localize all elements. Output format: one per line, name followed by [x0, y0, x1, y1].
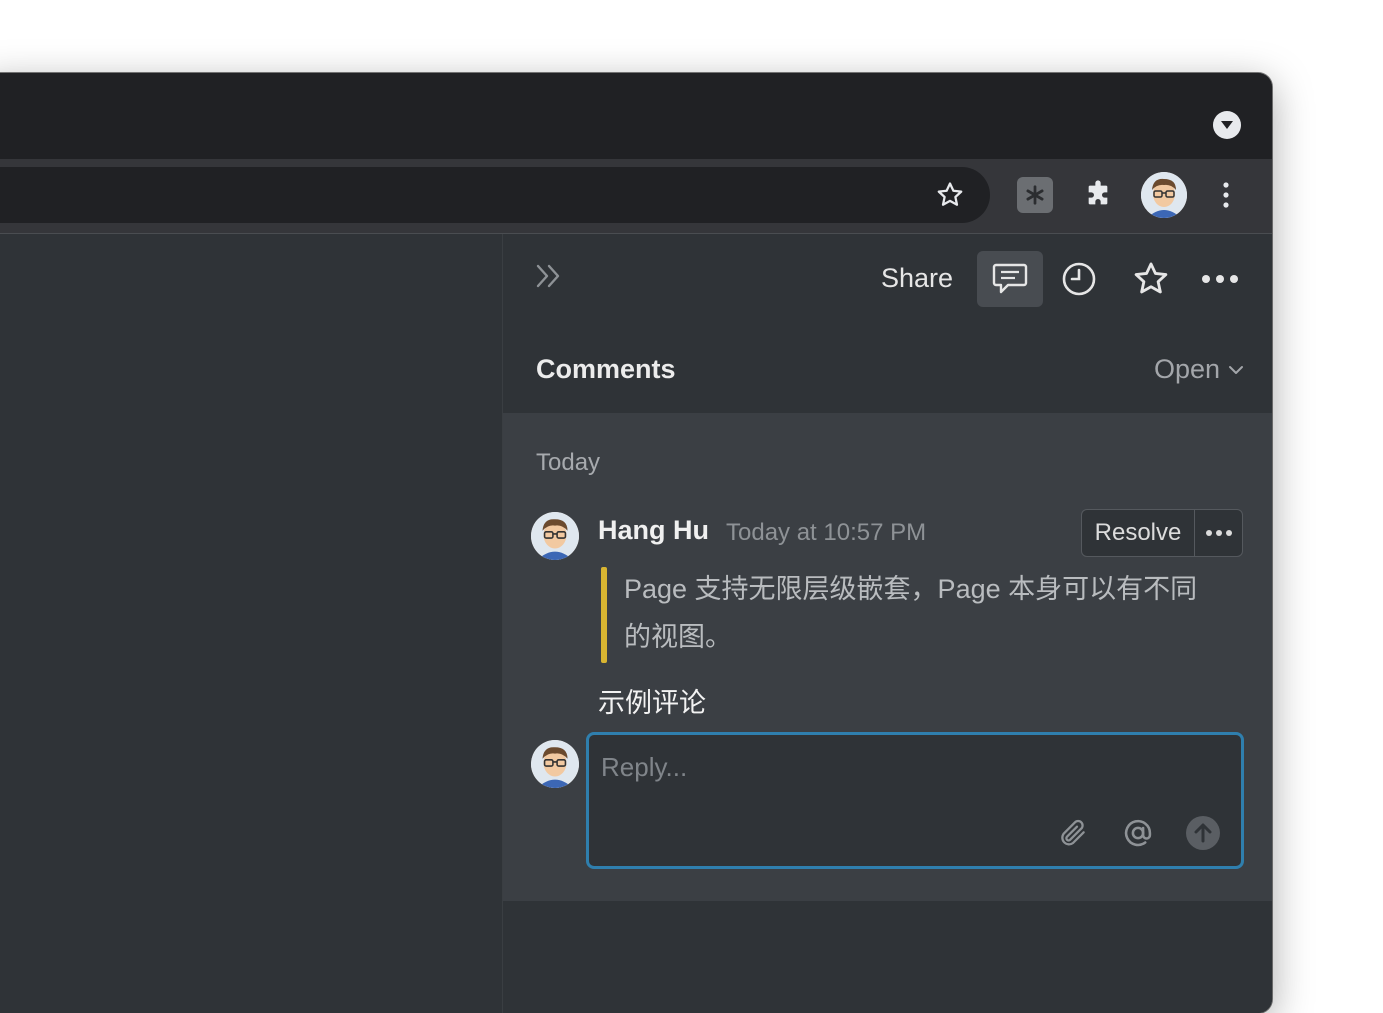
tab-search-icon[interactable] [1213, 111, 1241, 139]
browser-toolbar [0, 159, 1272, 234]
bookmark-star-icon[interactable] [935, 180, 965, 210]
document-area [0, 234, 503, 1013]
quote-bar [601, 567, 607, 663]
clock-icon[interactable] [1059, 259, 1099, 299]
double-chevron-right-icon[interactable] [531, 256, 567, 296]
paperclip-icon[interactable] [1055, 815, 1091, 851]
comments-title: Comments [536, 354, 676, 384]
comment-more-icon[interactable] [1195, 510, 1242, 556]
comment-timestamp: Today at 10:57 PM [726, 519, 927, 546]
date-group-label: Today [536, 449, 601, 476]
browser-window: Share Comments Open Today Hang Hu Today … [0, 73, 1272, 1013]
profile-avatar[interactable] [1141, 172, 1187, 218]
comment-icon[interactable] [977, 251, 1043, 307]
at-mention-icon[interactable] [1120, 815, 1156, 851]
more-horizontal-icon[interactable] [1198, 264, 1242, 294]
quoted-text: Page 支持无限层级嵌套，Page 本身可以有不同的视图。 [624, 574, 1198, 652]
comment-thread: Today Hang Hu Today at 10:57 PM Resolve … [503, 413, 1272, 901]
share-button[interactable]: Share [881, 260, 953, 296]
page-content: Share Comments Open Today Hang Hu Today … [0, 234, 1272, 1013]
tab-bar [0, 73, 1272, 159]
status-filter-dropdown[interactable]: Open [1154, 354, 1244, 385]
extension-asterisk-icon[interactable] [1017, 177, 1053, 213]
comment-body: 示例评论 [598, 688, 706, 718]
star-icon[interactable] [1130, 258, 1172, 300]
comments-panel: Share Comments Open Today Hang Hu Today … [503, 234, 1272, 1013]
chevron-down-icon [1229, 365, 1243, 374]
reply-avatar [531, 740, 579, 788]
status-filter-label: Open [1153, 354, 1220, 384]
comment-author: Hang Hu [598, 515, 709, 545]
kebab-menu-icon[interactable] [1216, 177, 1236, 213]
extensions-puzzle-icon[interactable] [1080, 177, 1116, 213]
avatar[interactable] [531, 512, 579, 560]
comment-actions: Resolve [1081, 509, 1243, 557]
reply-box [586, 732, 1244, 869]
resolve-button[interactable]: Resolve [1082, 510, 1195, 556]
address-bar[interactable] [0, 167, 990, 223]
reply-input[interactable] [599, 749, 1103, 785]
send-arrow-icon[interactable] [1185, 815, 1221, 851]
